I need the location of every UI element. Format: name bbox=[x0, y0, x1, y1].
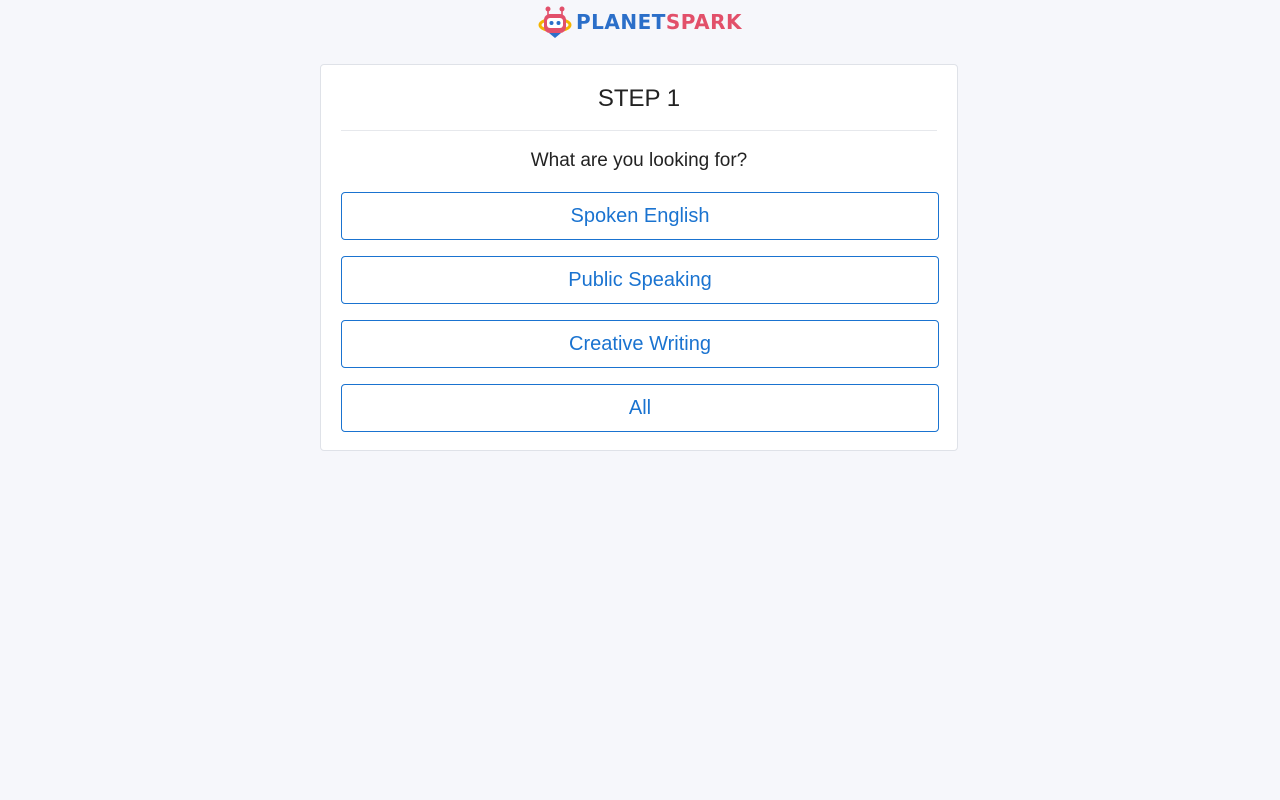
option-spoken-english-button[interactable]: Spoken English bbox=[341, 192, 939, 240]
step-question: What are you looking for? bbox=[530, 150, 748, 171]
option-list: Spoken English Public Speaking Creative … bbox=[341, 192, 939, 432]
brand-name-spark: SPARK bbox=[665, 10, 743, 34]
brand-wordmark: PLANETSPARK bbox=[576, 12, 742, 32]
robot-mascot-icon bbox=[538, 5, 572, 39]
option-creative-writing-button[interactable]: Creative Writing bbox=[341, 320, 939, 368]
step-card: STEP 1 What are you looking for? Spoken … bbox=[320, 64, 958, 451]
option-all-button[interactable]: All bbox=[341, 384, 939, 432]
option-public-speaking-button[interactable]: Public Speaking bbox=[341, 256, 939, 304]
step-title: STEP 1 bbox=[341, 65, 937, 131]
brand-logo[interactable]: PLANETSPARK bbox=[538, 4, 742, 40]
brand-name-planet: PLANET bbox=[575, 10, 666, 34]
top-bar: PLANETSPARK bbox=[0, 0, 1280, 44]
